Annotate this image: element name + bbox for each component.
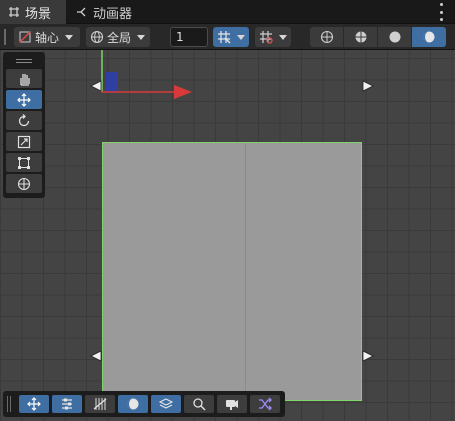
solid-mode-button[interactable]: [378, 27, 412, 47]
rotate-tool-button[interactable]: [6, 111, 42, 130]
bottom-search-button[interactable]: [184, 395, 214, 413]
bottom-grid-button[interactable]: [85, 395, 115, 413]
grid-lines-icon: [93, 398, 107, 410]
bottom-shading-button[interactable]: [118, 395, 148, 413]
grid-snap-icon: [218, 31, 231, 44]
wireframe-sphere-icon: [320, 30, 333, 44]
camera-icon: [226, 400, 238, 410]
scale-icon: [17, 135, 31, 148]
shuffle-icon: [259, 397, 272, 411]
rect-transform-icon: [18, 156, 30, 169]
tab-bar: 场景 动画器: [0, 0, 455, 24]
search-icon: [193, 398, 206, 411]
grid-snap-dropdown[interactable]: [213, 27, 249, 47]
space-label: 全局: [107, 30, 132, 45]
move-tool-button[interactable]: [6, 90, 42, 109]
solid-sphere-icon: [389, 31, 400, 43]
space-dropdown[interactable]: 全局: [86, 27, 150, 47]
scene-viewport[interactable]: [0, 50, 455, 421]
resize-handle-top-right[interactable]: [362, 80, 374, 92]
scene-toolbar: 轴心 全局 1: [0, 24, 455, 50]
toolbar-grip[interactable]: [4, 29, 6, 45]
rotate-icon: [18, 113, 30, 126]
bottom-shuffle-button[interactable]: [250, 395, 280, 413]
shaded-wireframe-button[interactable]: [344, 27, 378, 47]
bottom-overlay-bar: [3, 391, 285, 417]
move-arrows-icon: [27, 397, 41, 411]
tool-palette: [3, 52, 45, 198]
globe-icon: [90, 30, 104, 44]
bottom-camera-button[interactable]: [217, 395, 247, 413]
chevron-down-icon: [65, 34, 74, 40]
shading-mode-group: [310, 27, 447, 47]
bottom-move-button[interactable]: [19, 395, 49, 413]
more-menu-icon[interactable]: [435, 3, 447, 21]
transform-icon: [17, 177, 31, 190]
tab-animator-label: 动画器: [93, 6, 133, 22]
chevron-down-icon: [137, 34, 146, 40]
hand-tool-button[interactable]: [6, 69, 42, 88]
rendered-mode-button[interactable]: [412, 27, 446, 47]
layers-icon: [159, 398, 173, 409]
wireframe-mode-button[interactable]: [310, 27, 344, 47]
shaded-wire-sphere-icon: [355, 31, 366, 43]
transform-tool-button[interactable]: [6, 174, 42, 193]
bottom-settings-button[interactable]: [52, 395, 82, 413]
grid-icon: [9, 7, 19, 17]
resize-handle-top-left[interactable]: [90, 80, 102, 92]
chevron-down-icon: [237, 34, 245, 40]
tab-scene[interactable]: 场景: [0, 0, 66, 24]
chevron-down-icon: [279, 34, 287, 40]
bottom-bar-grip[interactable]: [7, 396, 11, 412]
rendered-sphere-icon: [423, 31, 435, 43]
pivot-icon: [19, 31, 31, 43]
hand-icon: [20, 73, 30, 86]
animator-icon: [77, 7, 86, 17]
pivot-dropdown[interactable]: 轴心: [14, 27, 80, 47]
sliders-icon: [62, 398, 72, 410]
scale-tool-button[interactable]: [6, 132, 42, 151]
tab-scene-label: 场景: [25, 6, 52, 22]
tab-animator[interactable]: 动画器: [68, 0, 158, 24]
snap-settings-icon: [260, 31, 273, 44]
move-arrows-icon: [17, 92, 31, 107]
rendered-sphere-icon: [127, 398, 139, 410]
grid-size-input[interactable]: 1: [170, 27, 208, 47]
rect-tool-button[interactable]: [6, 153, 42, 172]
move-gizmo[interactable]: [0, 50, 455, 421]
resize-handle-bottom-right[interactable]: [362, 350, 374, 362]
palette-grip[interactable]: [6, 55, 42, 67]
pivot-label: 轴心: [35, 30, 60, 45]
resize-handle-bottom-left[interactable]: [90, 350, 102, 362]
snap-settings-dropdown[interactable]: [255, 27, 291, 47]
bottom-layers-button[interactable]: [151, 395, 181, 413]
